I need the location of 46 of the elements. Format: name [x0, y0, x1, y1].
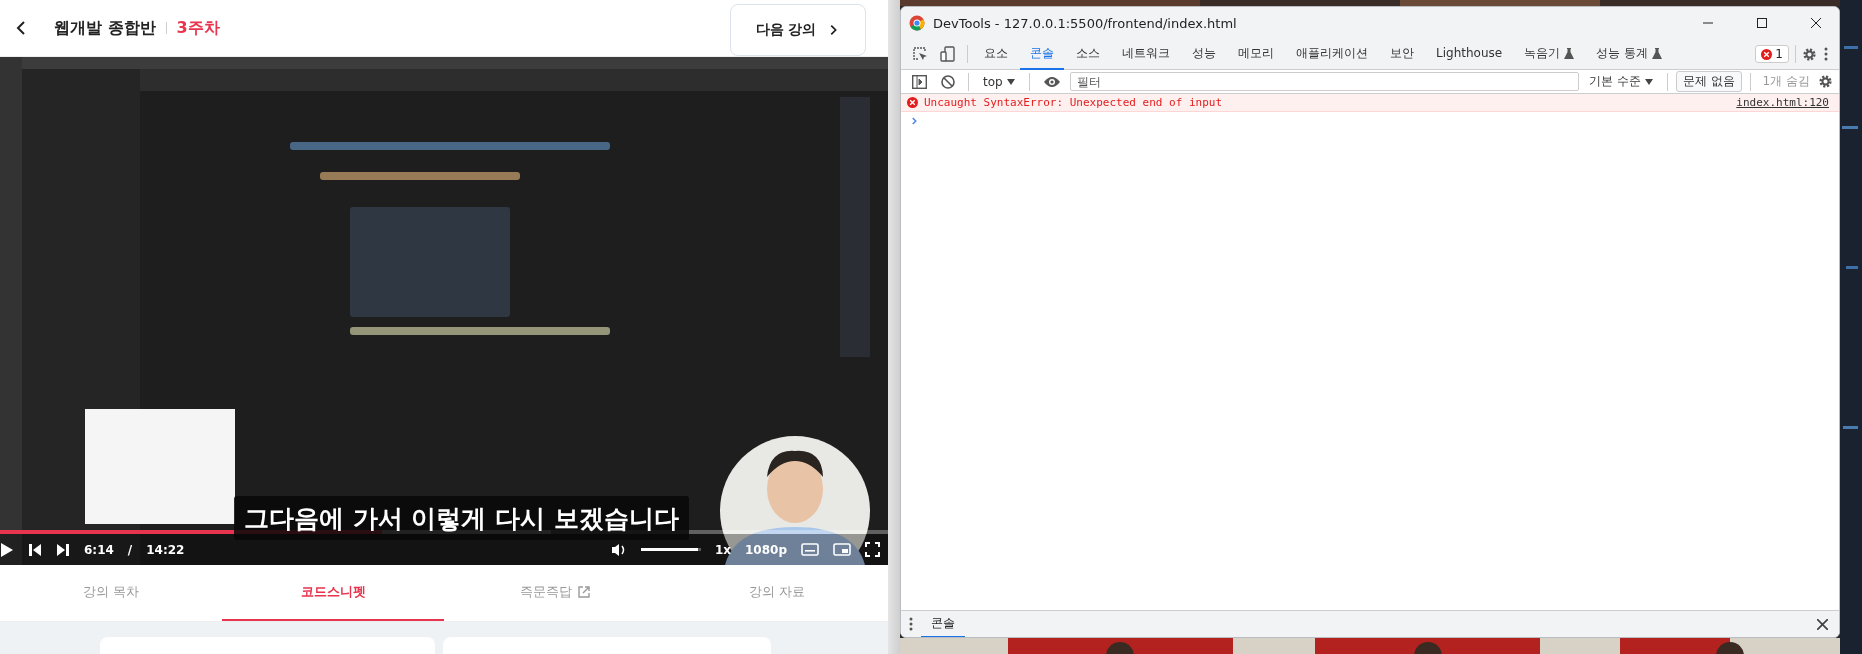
- captions-icon[interactable]: [801, 543, 819, 556]
- hidden-count: 1개 숨김: [1761, 73, 1811, 90]
- devtools-tab[interactable]: 성능 통계: [1586, 38, 1672, 70]
- next-lecture-button[interactable]: 다음 강의: [730, 4, 866, 56]
- settings-icon[interactable]: [1802, 46, 1817, 62]
- devtools-tab[interactable]: 녹음기: [1514, 38, 1585, 70]
- duration: 14:22: [146, 542, 185, 557]
- maximize-icon[interactable]: [1757, 18, 1767, 28]
- settings-icon[interactable]: [1818, 74, 1833, 89]
- devtools-tab[interactable]: 메모리: [1228, 38, 1284, 70]
- devtools-tab[interactable]: 소스: [1066, 38, 1110, 70]
- source-link[interactable]: index.html:120: [1736, 96, 1829, 109]
- time-separator: /: [127, 542, 133, 557]
- subtitle: 그다음에 가서 이렇게 다시 보겠습니다: [234, 496, 689, 540]
- playback-speed[interactable]: 1x: [714, 542, 731, 557]
- current-time: 6:14: [84, 542, 114, 557]
- devtools-tab[interactable]: 성능: [1182, 38, 1226, 70]
- play-icon[interactable]: [0, 541, 14, 558]
- context-dropdown[interactable]: top: [977, 73, 1021, 90]
- caret-icon: [1644, 78, 1653, 85]
- picture-in-picture-icon[interactable]: [833, 543, 851, 556]
- fullscreen-icon[interactable]: [865, 542, 880, 557]
- devtools-tab[interactable]: 보안: [1380, 38, 1424, 70]
- quality-setting[interactable]: 1080p: [745, 542, 787, 557]
- volume-icon[interactable]: [610, 542, 627, 557]
- course-title: 웹개발 종합반: [54, 17, 156, 39]
- close-icon[interactable]: [1811, 18, 1821, 28]
- browser-logo-icon: [909, 15, 925, 31]
- caret-icon: [1006, 78, 1015, 85]
- next-icon[interactable]: [56, 542, 70, 557]
- more-icon[interactable]: [907, 616, 915, 632]
- message-text: Uncaught SyntaxError: Unexpected end of input: [924, 96, 1223, 109]
- error-icon: [1761, 48, 1773, 60]
- error-count-badge[interactable]: 1: [1755, 45, 1789, 63]
- previous-icon[interactable]: [28, 542, 42, 557]
- filter-field[interactable]: 필터: [1069, 72, 1579, 91]
- window-title: DevTools - 127.0.0.1:5500/frontend/index.html: [933, 15, 1238, 31]
- devtools-tab[interactable]: 요소: [974, 38, 1018, 70]
- devtools-tab[interactable]: 네트워크: [1112, 38, 1180, 70]
- devtools-tab[interactable]: 콘솔: [1020, 38, 1064, 70]
- week-label: 3주차: [176, 17, 220, 39]
- log-level-dropdown[interactable]: 기본 수준: [1582, 72, 1659, 91]
- error-icon: [907, 97, 918, 108]
- devtools-tab[interactable]: 애플리케이션: [1286, 38, 1378, 70]
- devtools-tab[interactable]: Lighthouse: [1426, 38, 1513, 70]
- issues-button[interactable]: 문제 없음: [1675, 71, 1742, 92]
